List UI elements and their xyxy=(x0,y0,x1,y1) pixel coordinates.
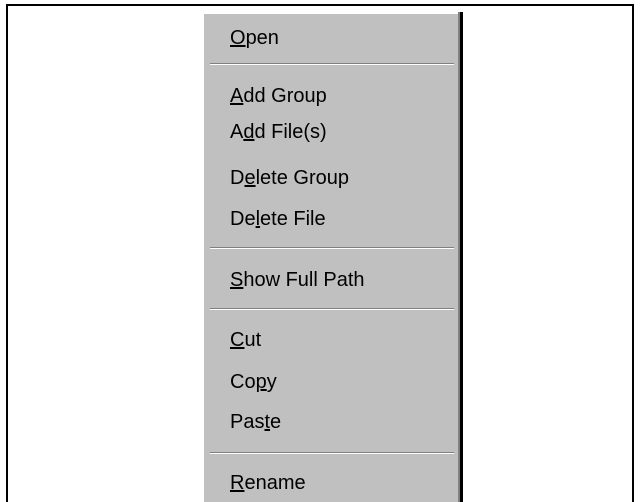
menu-item-label-prefix: Co xyxy=(230,371,256,393)
menu-separator xyxy=(210,308,454,310)
menu-item-label-suffix: ut xyxy=(244,329,262,351)
menu-item-accelerator: A xyxy=(230,85,244,107)
menu-item-label-suffix: dd Group xyxy=(243,85,327,107)
menu-item-label-suffix: ename xyxy=(244,472,306,494)
menu-item-add-group[interactable]: Add Group xyxy=(230,84,327,108)
menu-separator xyxy=(210,452,454,454)
menu-item-open[interactable]: Open xyxy=(230,26,279,50)
menu-item-delete-file[interactable]: Delete File xyxy=(230,207,326,231)
menu-item-label-suffix: e xyxy=(270,411,282,433)
menu-item-label-suffix: lete Group xyxy=(255,167,349,189)
menu-item-copy[interactable]: Copy xyxy=(230,370,277,394)
menu-item-accelerator: S xyxy=(230,269,244,291)
menu-item-label-prefix: D xyxy=(230,167,245,189)
menu-item-accelerator: C xyxy=(230,329,245,351)
menu-item-accelerator: d xyxy=(243,121,255,143)
menu-item-accelerator: e xyxy=(244,167,256,189)
menu-item-accelerator: p xyxy=(255,371,267,393)
menu-item-accelerator: R xyxy=(230,472,245,494)
menu-item-rename[interactable]: Rename xyxy=(230,471,306,495)
menu-separator xyxy=(210,63,454,65)
menu-item-paste[interactable]: Paste xyxy=(230,410,281,434)
menu-item-show-full-path[interactable]: Show Full Path xyxy=(230,268,365,292)
menu-border-dark xyxy=(460,12,463,502)
menu-item-add-files[interactable]: Add File(s) xyxy=(230,120,327,144)
menu-item-accelerator: O xyxy=(230,27,246,49)
menu-item-label-suffix: how Full Path xyxy=(243,269,365,291)
menu-separator xyxy=(210,247,454,249)
menu-item-delete-group[interactable]: Delete Group xyxy=(230,166,349,190)
menu-item-label-prefix: Pas xyxy=(230,411,265,433)
context-menu: Open Add Group Add File(s) Delete Group … xyxy=(202,12,460,502)
menu-item-label-suffix: y xyxy=(266,371,277,393)
menu-item-label-suffix: pen xyxy=(245,27,279,49)
menu-item-label-suffix: ete File xyxy=(260,208,326,230)
menu-item-label-suffix: d File(s) xyxy=(254,121,327,143)
menu-item-label-prefix: A xyxy=(230,121,244,143)
menu-item-cut[interactable]: Cut xyxy=(230,328,261,352)
menu-item-label-prefix: De xyxy=(230,208,256,230)
